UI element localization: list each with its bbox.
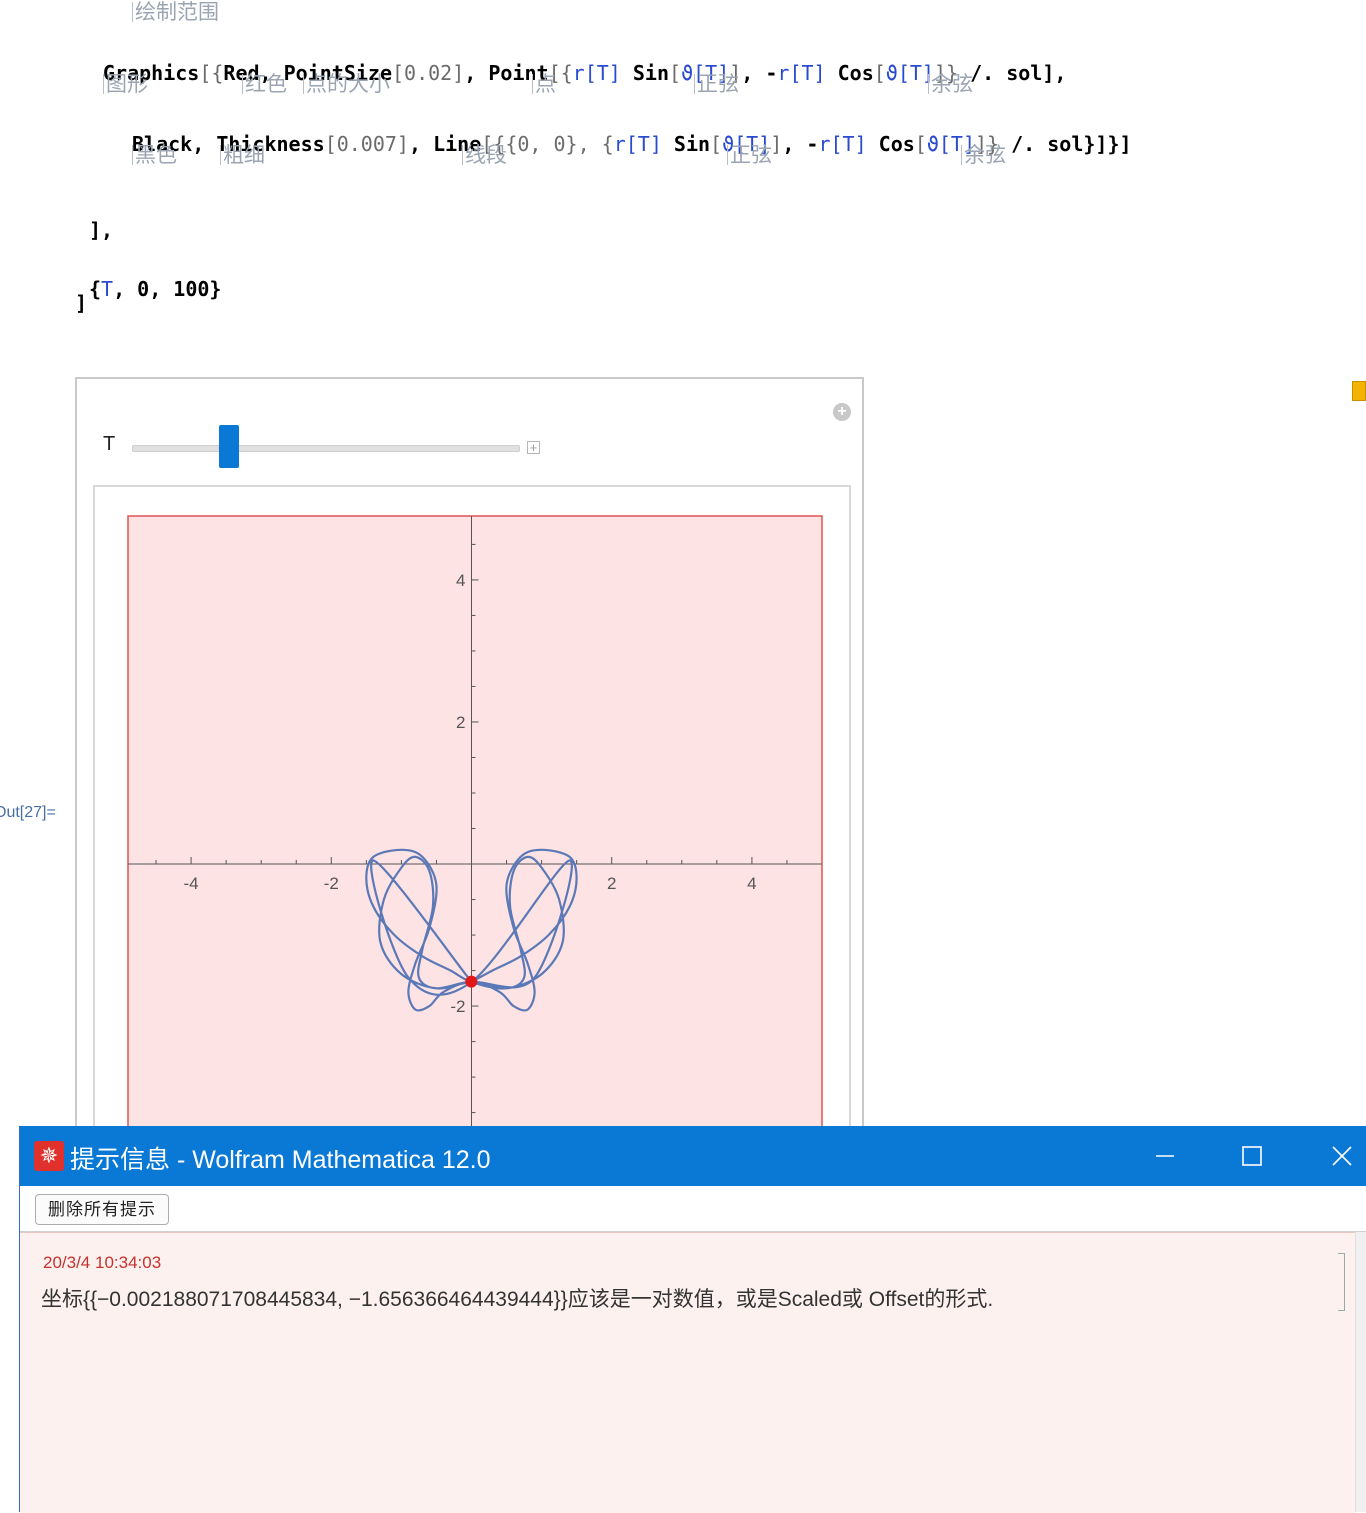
tok-punct: [	[710, 132, 723, 156]
tok-arg: [0.007]	[324, 132, 409, 156]
hint-red: 红色	[242, 68, 287, 98]
tok-var: ϑ	[885, 61, 898, 85]
x-tick-label: -4	[184, 874, 199, 893]
current-point	[465, 975, 478, 988]
tok-punct: ,	[192, 132, 217, 156]
tok-punct: [	[873, 61, 886, 85]
tok-var: [T]	[584, 61, 621, 85]
y-tick-label: -2	[450, 997, 465, 1016]
code-line-iterator[interactable]: {T, 0, 100}	[89, 253, 221, 301]
cell-bracket-marker[interactable]	[1352, 381, 1366, 401]
tok-cos: Cos	[866, 132, 915, 156]
maximize-icon	[1242, 1146, 1262, 1166]
tok-var: [T]	[625, 132, 662, 156]
tok-punct: ,	[408, 132, 434, 156]
tok-punct: , -	[741, 61, 778, 85]
tok-punct: [{	[199, 61, 224, 85]
tok-var: [T]	[789, 61, 826, 85]
close-icon	[1332, 1146, 1352, 1166]
window-title: 提示信息 - Wolfram Mathematica 12.0	[70, 1146, 491, 1174]
code-line-close[interactable]: ],	[89, 218, 113, 242]
code-top-hint: 绘制范围	[132, 0, 219, 26]
tok-var: ϑ	[926, 132, 939, 156]
message-timestamp: 20/3/4 10:34:03	[43, 1253, 162, 1272]
clear-all-messages-button[interactable]: 删除所有提示	[35, 1194, 169, 1225]
message-list: 20/3/4 10:34:03 坐标{{−0.00218807170844583…	[20, 1232, 1355, 1513]
tok-tail: /. sol}]}]	[999, 132, 1132, 156]
hint-thickness: 粗细	[220, 139, 265, 169]
message-cell-bracket[interactable]	[1338, 1253, 1345, 1311]
hint-sin: 正弦	[727, 139, 772, 169]
tok-sin: Sin	[620, 61, 670, 85]
tok-punct: ]	[770, 132, 783, 156]
dialog-toolbar: 删除所有提示	[20, 1186, 1366, 1232]
minimize-button[interactable]	[1130, 1126, 1200, 1186]
hint-cos: 余弦	[961, 139, 1006, 169]
tok-punct: [	[914, 132, 927, 156]
message-text[interactable]: 坐标{{−0.002188071708445834, −1.6563664644…	[41, 1283, 993, 1313]
hint-pointsize: 点的大小	[303, 68, 390, 98]
tok-var: r	[818, 132, 831, 156]
tok-tail: /. sol],	[958, 61, 1067, 85]
tok-punct: {	[89, 277, 102, 301]
x-tick-label: 4	[747, 874, 756, 893]
tok-punct: , -	[782, 132, 819, 156]
tok-var: T	[101, 277, 114, 301]
tok-cos: Cos	[825, 61, 874, 85]
messages-window: ✵ 提示信息 - Wolfram Mathematica 12.0 删除所有提示…	[19, 1126, 1366, 1513]
tok-sin: Sin	[661, 132, 711, 156]
tok-var: [T]	[830, 132, 867, 156]
code-line-end[interactable]: ]	[75, 291, 87, 315]
hint-line: 线段	[462, 139, 507, 169]
tok-rest: , 0, 100}	[113, 277, 222, 301]
tok-punct: ,	[464, 61, 489, 85]
x-tick-label: 2	[607, 874, 616, 893]
close-button[interactable]	[1307, 1126, 1366, 1186]
tok-punct: [	[669, 61, 682, 85]
vertical-scrollbar[interactable]	[1355, 1232, 1366, 1512]
out-label: Out[27]=	[0, 804, 56, 821]
graphics-pane: -4 -2 2 4 4 2 -2	[93, 485, 851, 1145]
tok-var: r	[777, 61, 790, 85]
y-tick-label: 2	[456, 713, 465, 732]
y-tick-label: 4	[456, 571, 465, 590]
hint-cos: 余弦	[928, 68, 973, 98]
x-tick-label: -2	[324, 874, 339, 893]
tok-var: ϑ	[681, 61, 694, 85]
hint-black: 黑色	[132, 139, 177, 169]
title-bar[interactable]: ✵ 提示信息 - Wolfram Mathematica 12.0	[20, 1126, 1366, 1186]
tok-var: r	[613, 132, 626, 156]
hint-point: 点	[532, 68, 556, 98]
maximize-button[interactable]	[1217, 1126, 1287, 1186]
hint-sin: 正弦	[694, 68, 739, 98]
chart-plot: -4 -2 2 4 4 2 -2	[127, 515, 823, 1142]
tok-var: r	[572, 61, 585, 85]
minimize-icon	[1156, 1155, 1174, 1157]
mathematica-logo-icon: ✵	[34, 1141, 64, 1171]
hint-graphics: 图形	[103, 68, 148, 98]
manipulate-panel: T + + -4 -2 2 4 4 2 -2	[75, 377, 864, 1145]
tok-arg: [0.02]	[392, 61, 465, 85]
